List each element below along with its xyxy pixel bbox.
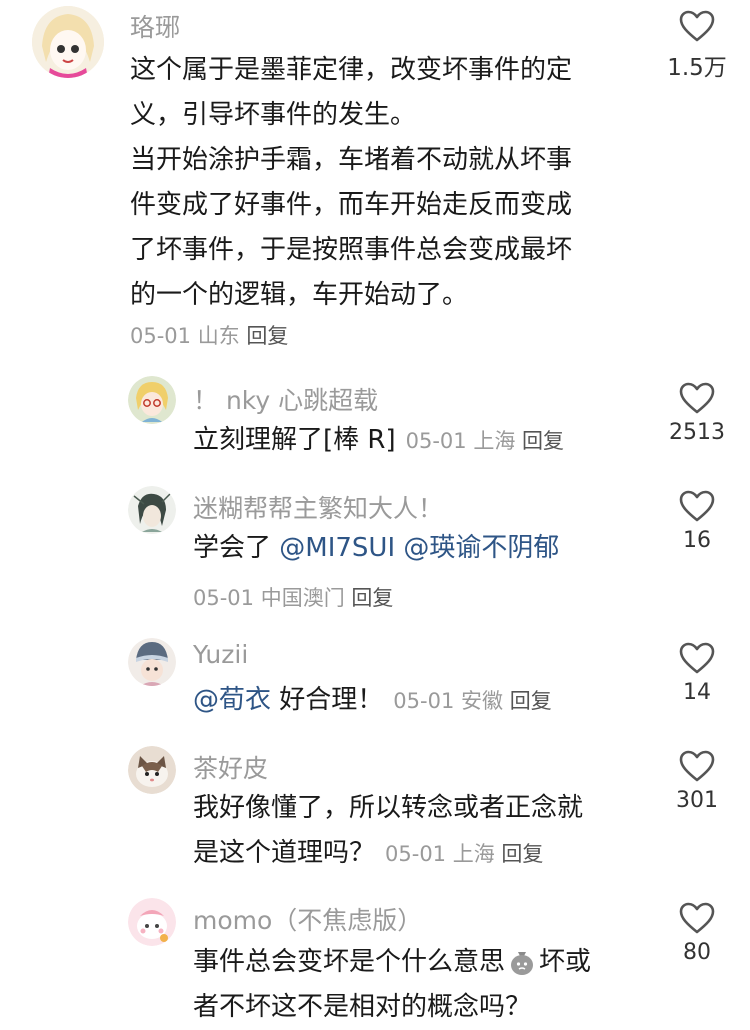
- comment-username[interactable]: 珞琊: [130, 8, 180, 44]
- reply-line: 事件总会变坏是个什么意思 坏或: [193, 940, 653, 985]
- comment-meta: 05-01 山东 回复: [130, 320, 288, 350]
- reply-line: 是这个道理吗？ 05-01 上海 回复: [193, 831, 653, 877]
- like-count: 14: [683, 680, 711, 705]
- heart-icon: [679, 902, 715, 934]
- reply-line-text: 坏或: [539, 947, 592, 977]
- mention-link[interactable]: @MI7SUI: [279, 533, 395, 563]
- reply-meta: 05-01 安徽 回复: [393, 689, 551, 713]
- like-count: 16: [683, 528, 711, 553]
- reply-text-row: @荀衣 好合理！ 05-01 安徽 回复: [193, 678, 552, 724]
- like-button[interactable]: 2513: [657, 382, 737, 445]
- comment-text: 这个属于是墨菲定律，改变坏事件的定 义，引导坏事件的发生。 当开始涂护手霜，车堵…: [130, 48, 650, 318]
- reply-text: 立刻理解了[棒 R]: [193, 425, 396, 455]
- reply-line-text: 事件总会变坏是个什么意思: [193, 947, 506, 977]
- like-count: 80: [683, 940, 711, 965]
- reply-text-row: 立刻理解了[棒 R] 05-01 上海 回复: [193, 418, 564, 464]
- mention-link[interactable]: @瑛谕不阴郁: [403, 533, 559, 563]
- reply-button[interactable]: 回复: [246, 324, 288, 348]
- like-count: 1.5万: [667, 55, 727, 81]
- comment-line: 当开始涂护手霜，车堵着不动就从坏事: [130, 145, 573, 175]
- reply-username[interactable]: Yuzii: [193, 640, 248, 669]
- reply-meta: 05-01 上海 回复: [406, 429, 564, 453]
- reply-line-text: 是这个道理吗？: [193, 838, 376, 868]
- reply-meta: 05-01 中国澳门 回复: [193, 582, 393, 612]
- reply-location: 中国澳门: [260, 586, 345, 610]
- reply-username[interactable]: ！ nky 心跳超载: [193, 381, 378, 417]
- like-button[interactable]: 80: [657, 902, 737, 965]
- reply-username[interactable]: momo（不焦虑版）: [193, 901, 422, 937]
- like-button[interactable]: 16: [657, 490, 737, 553]
- heart-icon: [679, 642, 715, 674]
- avatar[interactable]: [32, 6, 104, 78]
- like-count: 301: [676, 788, 718, 813]
- comment-line: 义，引导坏事件的发生。: [130, 100, 417, 130]
- comment-line: 的一个的逻辑，车开始动了。: [130, 280, 469, 310]
- reply-text: 我好像懂了，所以转念或者正念就 是这个道理吗？ 05-01 上海 回复: [193, 786, 653, 877]
- like-button[interactable]: 301: [657, 750, 737, 813]
- reply-username[interactable]: 茶好皮: [193, 749, 268, 785]
- heart-icon: [679, 382, 715, 414]
- reply-date: 05-01: [385, 842, 447, 866]
- heart-icon: [679, 10, 715, 42]
- heart-icon: [679, 750, 715, 782]
- money-bag-emoji-icon: [511, 952, 534, 975]
- avatar[interactable]: [128, 746, 176, 794]
- comment-line: 件变成了好事件，而车开始走反而变成: [130, 190, 573, 220]
- reply-text-row: 学会了 @MI7SUI @瑛谕不阴郁: [193, 526, 559, 571]
- avatar[interactable]: [128, 486, 176, 534]
- comment-location: 山东: [197, 324, 240, 348]
- reply-username[interactable]: 迷糊帮帮主繁知大人！: [193, 489, 443, 525]
- like-button[interactable]: 14: [657, 642, 737, 705]
- reply-button[interactable]: 回复: [522, 429, 564, 453]
- reply-text: 好合理！: [279, 685, 384, 715]
- reply-date: 05-01: [393, 689, 455, 713]
- like-count: 2513: [669, 420, 725, 445]
- comment-line: 了坏事件，于是按照事件总会变成最坏: [130, 235, 573, 265]
- mention-link[interactable]: @荀衣: [193, 685, 271, 715]
- reply-button[interactable]: 回复: [351, 586, 393, 610]
- reply-line: 者不坏这不是相对的概念吗？: [193, 992, 532, 1022]
- comment-line: 这个属于是墨菲定律，改变坏事件的定: [130, 55, 573, 85]
- avatar[interactable]: [128, 638, 176, 686]
- reply-location: 安徽: [461, 689, 504, 713]
- reply-button[interactable]: 回复: [510, 689, 552, 713]
- reply-text: 事件总会变坏是个什么意思 坏或 者不坏这不是相对的概念吗？: [193, 940, 653, 1030]
- avatar[interactable]: [128, 898, 176, 946]
- reply-location: 上海: [452, 842, 495, 866]
- comment-date: 05-01: [130, 324, 192, 348]
- avatar[interactable]: [128, 376, 176, 424]
- reply-date: 05-01: [193, 586, 255, 610]
- reply-line: 我好像懂了，所以转念或者正念就: [193, 793, 584, 823]
- reply-text: 学会了: [193, 533, 272, 563]
- reply-meta: 05-01 上海 回复: [385, 842, 543, 866]
- reply-button[interactable]: 回复: [501, 842, 543, 866]
- like-button[interactable]: 1.5万: [657, 10, 737, 82]
- heart-icon: [679, 490, 715, 522]
- reply-location: 上海: [473, 429, 516, 453]
- reply-date: 05-01: [405, 429, 467, 453]
